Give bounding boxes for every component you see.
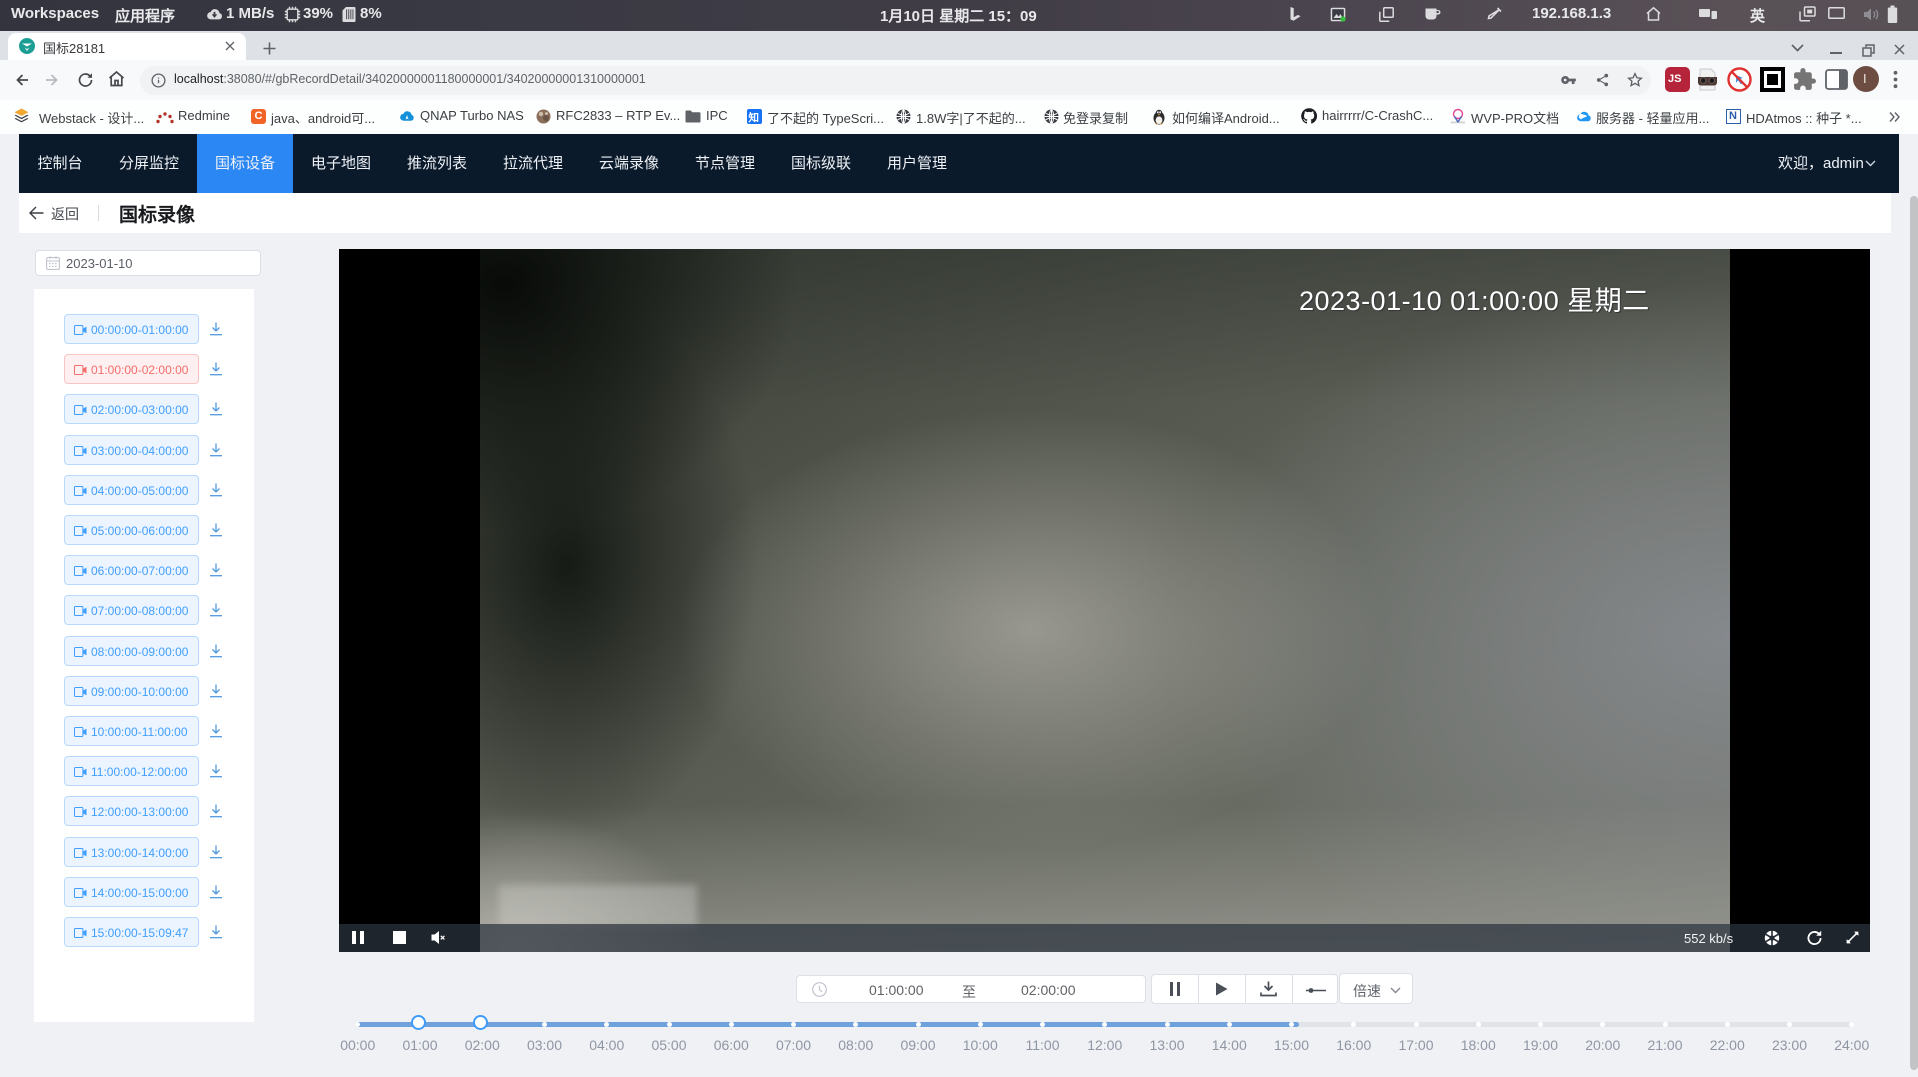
svg-text:WVP-PRO: WVP-PRO [1451, 121, 1466, 125]
